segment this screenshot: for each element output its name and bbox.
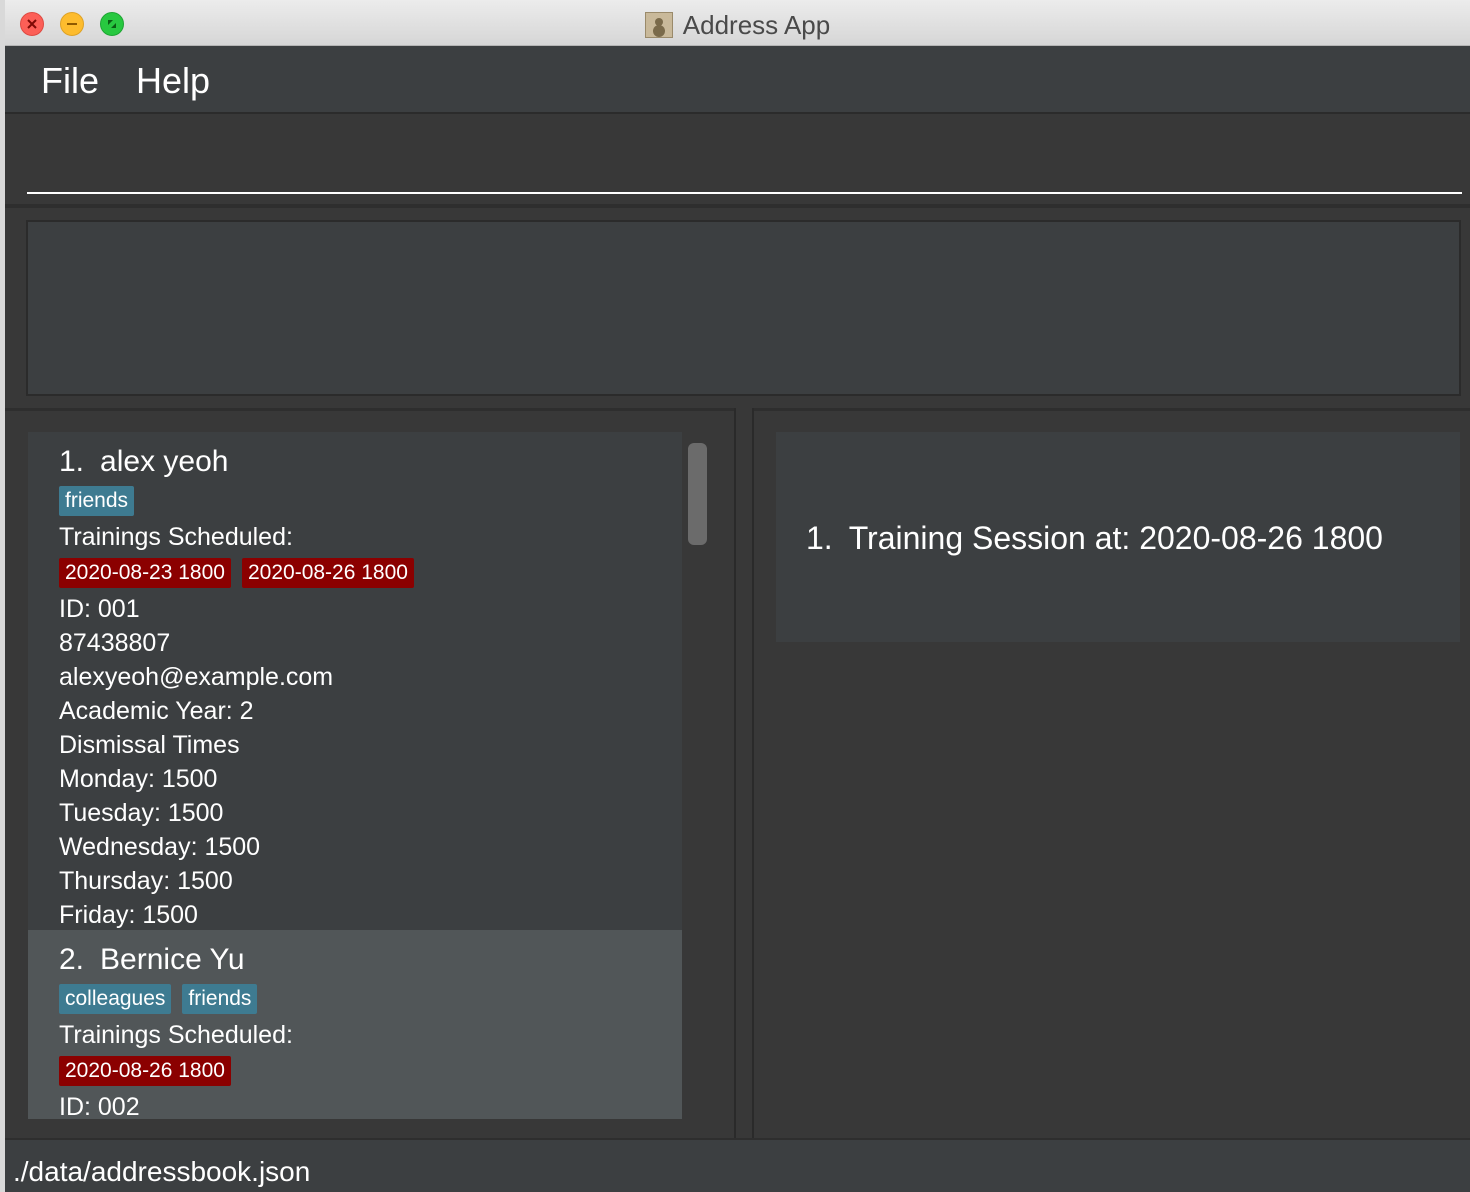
person-list-scrollbar[interactable] (688, 443, 707, 545)
person-academic-year: Academic Year: 2 (59, 697, 254, 725)
dismissal-wednesday: Wednesday: 1500 (59, 833, 261, 861)
window-title: Address App (5, 10, 1470, 41)
split-pane-divider[interactable] (734, 408, 754, 1138)
person-name: alex yeoh (100, 445, 229, 478)
result-display (26, 220, 1461, 396)
trainings-label: Trainings Scheduled: (59, 1021, 293, 1049)
session-index: 1. (806, 520, 833, 556)
dismissal-monday: Monday: 1500 (59, 765, 218, 793)
person-card[interactable]: 1. alex yeoh friends Trainings Scheduled:… (28, 432, 682, 932)
person-id: ID: 002 (59, 1093, 140, 1121)
tag: friends (182, 984, 258, 1014)
person-phone: 87438807 (59, 629, 171, 657)
training-date-tag: 2020-08-23 1800 (59, 558, 231, 588)
person-tags: friends (59, 486, 682, 520)
address-book-icon (644, 12, 673, 38)
status-bar: ./data/addressbook.json (5, 1138, 1470, 1192)
trainings-label: Trainings Scheduled: (59, 523, 293, 551)
session-card[interactable]: 1. Training Session at: 2020-08-26 1800 (776, 432, 1460, 642)
training-date-tag: 2020-08-26 1800 (59, 1056, 231, 1086)
person-id: ID: 001 (59, 595, 140, 623)
command-box-area (5, 114, 1470, 208)
person-index: 2. (59, 943, 85, 976)
dismissal-friday: Friday: 1500 (59, 901, 198, 929)
menu-file[interactable]: File (41, 60, 99, 102)
training-tags: 2020-08-26 1800 (59, 1056, 682, 1090)
person-title: 2. Bernice Yu (59, 940, 682, 980)
person-name: Bernice Yu (100, 943, 245, 976)
dismissal-tuesday: Tuesday: 1500 (59, 799, 224, 827)
session-description: Training Session at: 2020-08-26 1800 (848, 520, 1383, 556)
person-title: 1. alex yeoh (59, 442, 682, 482)
person-tags: colleagues friends (59, 984, 682, 1018)
training-date-tag: 2020-08-26 1800 (241, 558, 414, 588)
person-list-panel: 1. alex yeoh friends Trainings Scheduled:… (5, 408, 734, 1138)
dismissal-thursday: Thursday: 1500 (59, 867, 233, 895)
window-title-text: Address App (682, 10, 831, 40)
menu-help[interactable]: Help (136, 60, 210, 102)
person-card-selected[interactable]: 2. Bernice Yu colleagues friends Trainings… (28, 930, 682, 1121)
tag: friends (59, 486, 135, 516)
person-email: alexyeoh@example.com (59, 663, 334, 691)
command-input[interactable] (27, 134, 1462, 194)
save-location: ./data/addressbook.json (13, 1156, 311, 1187)
menu-bar: File Help (5, 46, 1470, 114)
session-text: 1. Training Session at: 2020-08-26 1800 (806, 520, 1383, 557)
dismissal-label: Dismissal Times (59, 731, 240, 759)
training-tags: 2020-08-23 1800 2020-08-26 1800 (59, 558, 682, 592)
result-display-area (5, 208, 1470, 408)
person-index: 1. (59, 445, 85, 478)
tag: colleagues (59, 984, 172, 1014)
session-list-panel: 1. Training Session at: 2020-08-26 1800 (754, 408, 1470, 1138)
title-bar: Address App (5, 0, 1470, 46)
